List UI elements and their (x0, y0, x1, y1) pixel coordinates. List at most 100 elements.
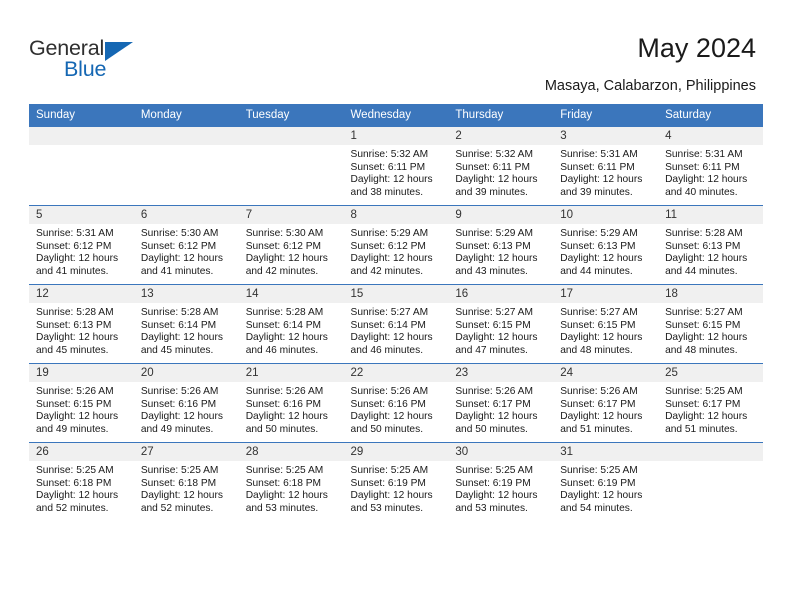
day-sun-info: Sunrise: 5:26 AM Sunset: 6:16 PM Daylight:… (344, 382, 449, 436)
calendar-day-cell[interactable]: 4 Sunrise: 5:31 AM Sunset: 6:11 PM Daylight… (658, 126, 763, 206)
sunrise-text: Sunrise: 5:27 AM (665, 307, 743, 318)
day-number: 17 (553, 285, 659, 303)
daylight-text: Daylight: 12 hours and 41 minutes. (36, 253, 119, 277)
calendar-day-cell-empty (238, 126, 344, 206)
day-number: 12 (29, 285, 134, 303)
calendar-day-cell[interactable]: 29 Sunrise: 5:25 AM Sunset: 6:19 PM Dayligh… (343, 442, 449, 521)
calendar-day-cell[interactable]: 16 Sunrise: 5:27 AM Sunset: 6:15 PM Dayligh… (448, 284, 554, 364)
day-sun-info: Sunrise: 5:25 AM Sunset: 6:18 PM Daylight:… (239, 461, 344, 515)
sunrise-text: Sunrise: 5:32 AM (455, 149, 533, 160)
day-number: 31 (553, 443, 659, 461)
calendar-day-cell[interactable]: 25 Sunrise: 5:25 AM Sunset: 6:17 PM Dayligh… (658, 363, 763, 443)
daylight-text: Daylight: 12 hours and 51 minutes. (665, 411, 748, 435)
calendar-day-cell[interactable]: 13 Sunrise: 5:28 AM Sunset: 6:14 PM Dayligh… (133, 284, 239, 364)
weekday-header-monday: Monday (133, 104, 239, 127)
calendar-day-cell[interactable]: 27 Sunrise: 5:25 AM Sunset: 6:18 PM Dayligh… (133, 442, 239, 521)
calendar-day-cell[interactable]: 24 Sunrise: 5:26 AM Sunset: 6:17 PM Dayligh… (553, 363, 659, 443)
calendar-day-cell[interactable]: 6 Sunrise: 5:30 AM Sunset: 6:12 PM Daylight… (133, 205, 239, 285)
sunrise-text: Sunrise: 5:28 AM (140, 307, 219, 318)
sunrise-text: Sunrise: 5:25 AM (140, 465, 219, 476)
daylight-text: Daylight: 12 hours and 49 minutes. (140, 411, 223, 435)
sunrise-text: Sunrise: 5:27 AM (350, 307, 429, 318)
daylight-text: Daylight: 12 hours and 39 minutes. (560, 174, 643, 198)
sunset-text: Sunset: 6:13 PM (455, 240, 531, 252)
calendar-day-cell[interactable]: 19 Sunrise: 5:26 AM Sunset: 6:15 PM Dayligh… (29, 363, 134, 443)
calendar-day-cell[interactable]: 1 Sunrise: 5:32 AM Sunset: 6:11 PM Daylight… (343, 126, 449, 206)
weekday-header-tuesday: Tuesday (238, 104, 344, 127)
weekday-header-thursday: Thursday (448, 104, 554, 127)
sunset-text: Sunset: 6:15 PM (36, 398, 112, 410)
sunset-text: Sunset: 6:17 PM (455, 398, 531, 410)
day-number: 25 (658, 364, 763, 382)
calendar-day-cell[interactable]: 11 Sunrise: 5:28 AM Sunset: 6:13 PM Dayligh… (658, 205, 763, 285)
calendar-day-cell[interactable]: 20 Sunrise: 5:26 AM Sunset: 6:16 PM Dayligh… (133, 363, 239, 443)
sunset-text: Sunset: 6:18 PM (245, 477, 322, 489)
calendar-page: General Blue May 2024 Masaya, Calabarzon… (0, 0, 792, 612)
daylight-text: Daylight: 12 hours and 41 minutes. (140, 253, 223, 277)
day-number: 21 (238, 364, 344, 382)
day-number: 4 (658, 127, 763, 145)
daylight-text: Daylight: 12 hours and 42 minutes. (245, 253, 328, 277)
sunrise-text: Sunrise: 5:31 AM (665, 149, 743, 160)
general-blue-logo[interactable]: General Blue (29, 36, 189, 86)
sunset-text: Sunset: 6:13 PM (36, 319, 112, 331)
sunrise-text: Sunrise: 5:30 AM (245, 228, 324, 239)
calendar-day-cell-empty (658, 442, 763, 521)
calendar-day-cell[interactable]: 3 Sunrise: 5:31 AM Sunset: 6:11 PM Daylight… (553, 126, 659, 206)
daylight-text: Daylight: 12 hours and 50 minutes. (455, 411, 538, 435)
day-sun-info: Sunrise: 5:31 AM Sunset: 6:12 PM Daylight:… (29, 224, 134, 278)
daylight-text: Daylight: 12 hours and 53 minutes. (455, 490, 538, 514)
sunrise-text: Sunrise: 5:26 AM (350, 386, 429, 397)
daylight-text: Daylight: 12 hours and 46 minutes. (350, 332, 433, 356)
sunrise-text: Sunrise: 5:26 AM (560, 386, 638, 397)
weekday-header-row: Sunday Monday Tuesday Wednesday Thursday Frid… (29, 104, 763, 127)
calendar-day-cell[interactable]: 22 Sunrise: 5:26 AM Sunset: 6:16 PM Dayligh… (343, 363, 449, 443)
day-number: 14 (238, 285, 344, 303)
calendar-day-cell[interactable]: 9 Sunrise: 5:29 AM Sunset: 6:13 PM Daylight… (448, 205, 554, 285)
day-sun-info: Sunrise: 5:25 AM Sunset: 6:18 PM Daylight:… (134, 461, 239, 515)
calendar-day-cell[interactable]: 10 Sunrise: 5:29 AM Sunset: 6:13 PM Dayligh… (553, 205, 659, 285)
day-sun-info: Sunrise: 5:28 AM Sunset: 6:13 PM Daylight:… (658, 224, 763, 278)
calendar-week-row: 5 Sunrise: 5:31 AM Sunset: 6:12 PM Daylight… (29, 205, 763, 285)
calendar-day-cell[interactable]: 21 Sunrise: 5:26 AM Sunset: 6:16 PM Dayligh… (238, 363, 344, 443)
day-sun-info: Sunrise: 5:26 AM Sunset: 6:16 PM Daylight:… (239, 382, 344, 436)
sunrise-text: Sunrise: 5:27 AM (455, 307, 533, 318)
daylight-text: Daylight: 12 hours and 51 minutes. (560, 411, 643, 435)
calendar-day-cell[interactable]: 2 Sunrise: 5:32 AM Sunset: 6:11 PM Daylight… (448, 126, 554, 206)
sunrise-text: Sunrise: 5:32 AM (350, 149, 429, 160)
daylight-text: Daylight: 12 hours and 46 minutes. (245, 332, 328, 356)
daylight-text: Daylight: 12 hours and 42 minutes. (350, 253, 433, 277)
calendar-day-cell[interactable]: 5 Sunrise: 5:31 AM Sunset: 6:12 PM Daylight… (29, 205, 134, 285)
calendar-day-cell[interactable]: 14 Sunrise: 5:28 AM Sunset: 6:14 PM Dayligh… (238, 284, 344, 364)
calendar-day-cell[interactable]: 7 Sunrise: 5:30 AM Sunset: 6:12 PM Daylight… (238, 205, 344, 285)
day-number: 19 (29, 364, 134, 382)
daylight-text: Daylight: 12 hours and 44 minutes. (665, 253, 748, 277)
day-number: 3 (553, 127, 659, 145)
sunset-text: Sunset: 6:15 PM (455, 319, 531, 331)
day-number (238, 127, 344, 145)
calendar-day-cell[interactable]: 26 Sunrise: 5:25 AM Sunset: 6:18 PM Dayligh… (29, 442, 134, 521)
calendar-day-cell[interactable]: 8 Sunrise: 5:29 AM Sunset: 6:12 PM Daylight… (343, 205, 449, 285)
calendar-day-cell[interactable]: 17 Sunrise: 5:27 AM Sunset: 6:15 PM Dayligh… (553, 284, 659, 364)
day-number: 28 (238, 443, 344, 461)
sunrise-text: Sunrise: 5:27 AM (560, 307, 638, 318)
calendar-day-cell[interactable]: 30 Sunrise: 5:25 AM Sunset: 6:19 PM Dayligh… (448, 442, 554, 521)
day-number: 20 (133, 364, 239, 382)
sunrise-text: Sunrise: 5:31 AM (36, 228, 114, 239)
calendar-day-cell[interactable]: 28 Sunrise: 5:25 AM Sunset: 6:18 PM Dayligh… (238, 442, 344, 521)
sunset-text: Sunset: 6:11 PM (560, 161, 635, 173)
calendar-day-cell[interactable]: 23 Sunrise: 5:26 AM Sunset: 6:17 PM Dayligh… (448, 363, 554, 443)
calendar-week-row: 19 Sunrise: 5:26 AM Sunset: 6:15 PM Dayligh… (29, 363, 763, 443)
daylight-text: Daylight: 12 hours and 45 minutes. (140, 332, 223, 356)
day-sun-info: Sunrise: 5:29 AM Sunset: 6:13 PM Daylight:… (448, 224, 553, 278)
day-sun-info: Sunrise: 5:26 AM Sunset: 6:16 PM Daylight:… (134, 382, 239, 436)
calendar-day-cell[interactable]: 12 Sunrise: 5:28 AM Sunset: 6:13 PM Dayligh… (29, 284, 134, 364)
calendar-day-cell[interactable]: 31 Sunrise: 5:25 AM Sunset: 6:19 PM Dayligh… (553, 442, 659, 521)
day-number: 23 (448, 364, 554, 382)
calendar-day-cell[interactable]: 18 Sunrise: 5:27 AM Sunset: 6:15 PM Dayligh… (658, 284, 763, 364)
sunset-text: Sunset: 6:14 PM (140, 319, 217, 331)
sunrise-text: Sunrise: 5:29 AM (455, 228, 533, 239)
calendar-day-cell[interactable]: 15 Sunrise: 5:27 AM Sunset: 6:14 PM Dayligh… (343, 284, 449, 364)
daylight-text: Daylight: 12 hours and 52 minutes. (140, 490, 223, 514)
sunset-text: Sunset: 6:15 PM (560, 319, 636, 331)
